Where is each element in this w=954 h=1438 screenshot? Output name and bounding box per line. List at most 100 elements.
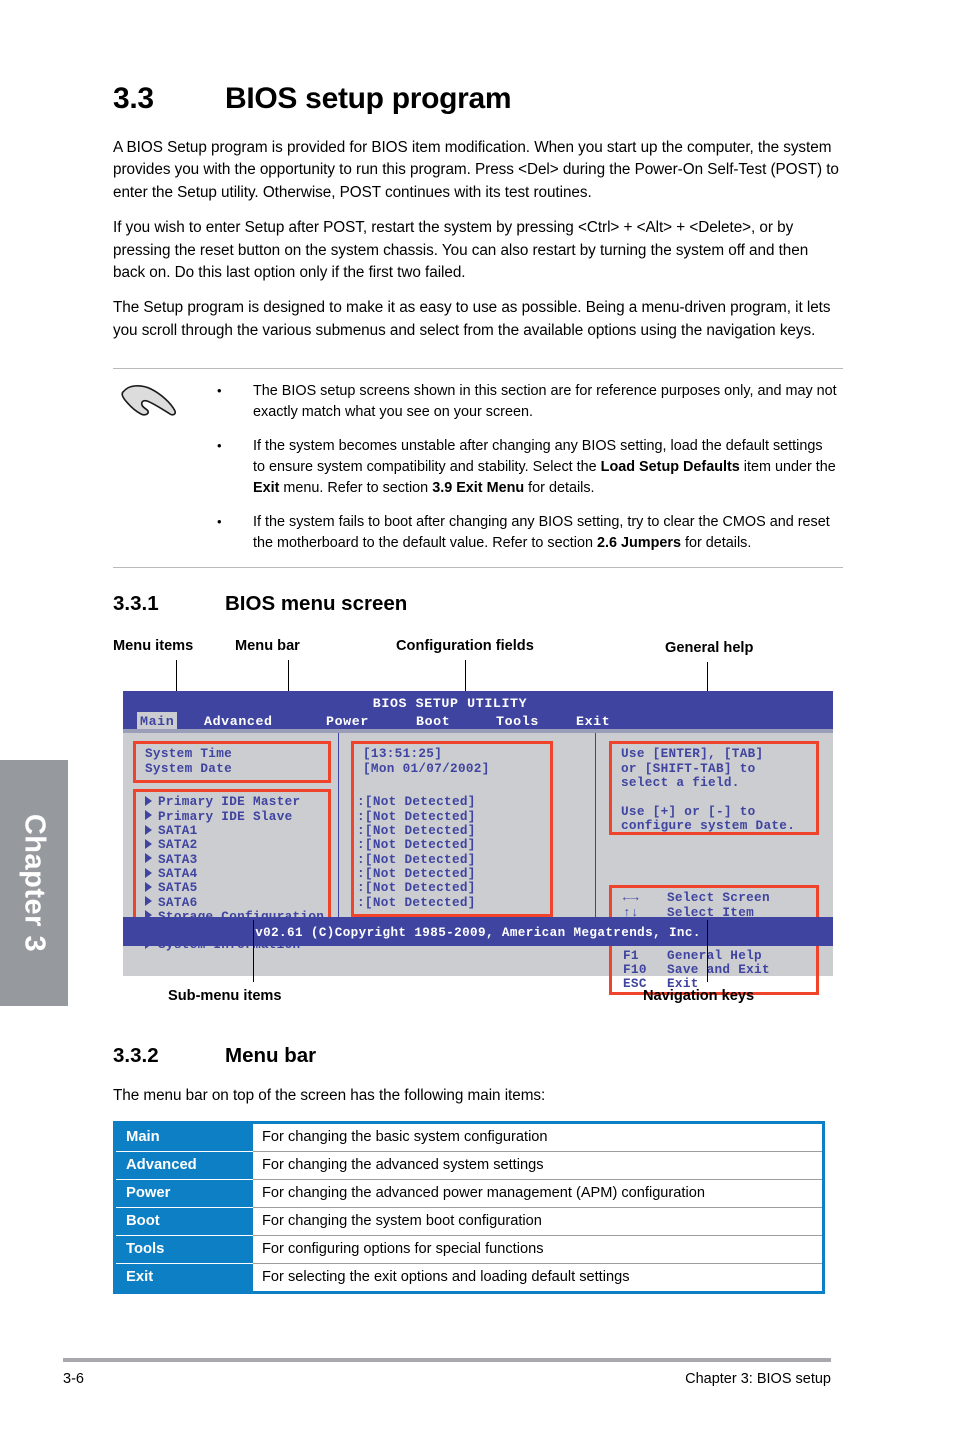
bios-submenu-item[interactable]: SATA6 xyxy=(145,894,324,910)
menu-bar-table-key: Tools xyxy=(114,1235,253,1264)
bios-screen: BIOS SETUP UTILITY Main Advanced Power Boot… xyxy=(123,691,833,996)
intro-paragraph-1: A BIOS Setup program is provided for BIO… xyxy=(113,139,839,201)
callout-menu-items: Menu items xyxy=(113,638,194,655)
menu-bar-table-key: Boot xyxy=(114,1207,253,1236)
bios-submenu-item[interactable]: Primary IDE Master xyxy=(145,795,324,809)
submenu-arrow-icon xyxy=(145,824,152,835)
bios-sub-menu-items-column: Primary IDE Master Primary IDE Slave SATA1… xyxy=(145,795,324,924)
menu-bar-table-key: Main xyxy=(114,1122,253,1152)
bios-general-help-line: configure system Date. xyxy=(621,817,796,833)
footer-page-number: 3-6 xyxy=(63,1371,84,1387)
menu-bar-table-row: Power For changing the advanced power man… xyxy=(114,1179,824,1208)
menu-bar-table-row: Exit For selecting the exit options and l… xyxy=(114,1263,824,1293)
bios-submenu-item[interactable]: SATA4 xyxy=(145,865,324,881)
menu-bar-table-row: Main For changing the basic system config… xyxy=(114,1122,824,1152)
menu-bar-table: Main For changing the basic system config… xyxy=(113,1120,825,1294)
bios-device-value[interactable]: :[Not Detected] xyxy=(357,852,476,867)
bios-navigation-key: F1 xyxy=(623,947,639,963)
note-bullet: • xyxy=(217,438,222,454)
bios-submenu-item[interactable]: SATA2 xyxy=(145,838,324,852)
submenu-arrow-icon xyxy=(145,881,152,892)
section-number: 3.3 xyxy=(113,82,154,115)
bios-device-value[interactable]: :[Not Detected] xyxy=(357,838,476,853)
bios-config-device-values: :[Not Detected]:[Not Detected]:[Not Dete… xyxy=(357,795,476,910)
menu-bar-table-description: For selecting the exit options and loadi… xyxy=(253,1263,824,1293)
config-value-system-date[interactable]: [Mon 01/07/2002] xyxy=(363,761,490,776)
bios-menu-items-column: System Time System Date xyxy=(145,747,232,776)
bios-screen-footer: v02.61 (C)Copyright 1985-2009, American … xyxy=(123,920,833,947)
bios-navigation-key-row: ←→ Select Screen xyxy=(623,890,770,906)
intro-paragraph-3: The Setup program is designed to make it… xyxy=(113,299,831,339)
subsection-332-heading: 3.3.2 Menu bar xyxy=(113,1044,843,1068)
note-item-text: If the system fails to boot after changi… xyxy=(253,514,830,552)
menu-bar-table-key: Power xyxy=(114,1179,253,1208)
bios-submenu-item[interactable]: Primary IDE Slave xyxy=(145,808,324,824)
menu-bar-table-row: Boot For changing the system boot configu… xyxy=(114,1207,824,1236)
menu-bar-table-description: For changing the advanced system setting… xyxy=(253,1151,824,1180)
intro-paragraph-2: If you wish to enter Setup after POST, r… xyxy=(113,219,809,282)
menu-item-system-date[interactable]: System Date xyxy=(145,761,232,776)
callout-menu-bar: Menu bar xyxy=(235,638,300,655)
bios-divider-right xyxy=(595,733,596,947)
bios-submenu-item[interactable]: SATA5 xyxy=(145,881,324,895)
bios-navigation-action: Save and Exit xyxy=(667,961,770,977)
bios-submenu-item-label: SATA5 xyxy=(158,880,198,896)
bios-device-value[interactable]: :[Not Detected] xyxy=(357,880,476,895)
bios-device-value[interactable]: :[Not Detected] xyxy=(357,795,476,810)
bios-submenu-item-label: SATA6 xyxy=(158,894,198,910)
bios-navigation-key: ←→ xyxy=(623,890,639,906)
bios-submenu-item-label: Primary IDE Slave xyxy=(158,808,293,824)
menu-bar-table-description: For changing the system boot configurati… xyxy=(253,1207,824,1236)
bios-general-help-line: select a field. xyxy=(621,775,740,791)
submenu-arrow-icon xyxy=(145,810,152,821)
note-item-text: The BIOS setup screens shown in this sec… xyxy=(253,383,837,421)
bios-menu-screen-figure: Menu items Menu bar Configuration fields… xyxy=(113,638,843,1040)
bios-device-value[interactable]: :[Not Detected] xyxy=(357,866,476,881)
menu-item-system-time[interactable]: System Time xyxy=(145,747,232,762)
subsection-332-number: 3.3.2 xyxy=(113,1044,159,1068)
note-item-text: If the system becomes unstable after cha… xyxy=(253,438,836,497)
callout-sub-menu-items: Sub-menu items xyxy=(168,988,282,1005)
submenu-arrow-icon xyxy=(145,796,152,807)
bios-general-help-line: Use [ENTER], [TAB] xyxy=(621,746,764,762)
bios-device-value[interactable]: :[Not Detected] xyxy=(357,823,476,838)
subsection-331-number: 3.3.1 xyxy=(113,592,159,616)
bios-submenu-item-label: SATA4 xyxy=(158,865,198,881)
bios-device-value[interactable]: :[Not Detected] xyxy=(357,895,476,910)
bios-navigation-key-row: F10 Save and Exit xyxy=(623,961,770,977)
note-hand-icon xyxy=(121,385,176,416)
note-box: • The BIOS setup screens shown in this s… xyxy=(113,368,843,569)
subsection-331-heading: 3.3.1 BIOS menu screen xyxy=(113,592,843,616)
footer-rule xyxy=(63,1358,831,1362)
section-heading: 3.3 BIOS setup program xyxy=(113,82,843,116)
bios-screen-title: BIOS SETUP UTILITY xyxy=(372,696,528,712)
menu-bar-table-description: For changing the basic system configurat… xyxy=(253,1122,824,1152)
bios-navigation-action: General Help xyxy=(667,947,762,963)
bios-submenu-item-label: SATA2 xyxy=(158,837,198,853)
subsection-331-title: BIOS menu screen xyxy=(225,592,408,616)
note-item: • The BIOS setup screens shown in this s… xyxy=(217,381,837,423)
chapter-side-tab: Chapter 3 xyxy=(0,760,68,1006)
bios-device-value[interactable]: :[Not Detected] xyxy=(357,809,476,824)
note-list: • The BIOS setup screens shown in this s… xyxy=(217,381,837,554)
menu-bar-table-key: Exit xyxy=(114,1263,253,1293)
page-footer: 3-6 Chapter 3: BIOS setup xyxy=(63,1358,831,1387)
menu-bar-table-key: Advanced xyxy=(114,1151,253,1180)
menu-bar-table-description: For configuring options for special func… xyxy=(253,1235,824,1264)
bios-submenu-item-label: SATA1 xyxy=(158,823,198,839)
note-bullet: • xyxy=(217,514,222,530)
submenu-arrow-icon xyxy=(145,896,152,907)
note-item: • If the system fails to boot after chan… xyxy=(217,512,837,554)
bios-submenu-item[interactable]: SATA1 xyxy=(145,823,324,839)
config-value-system-time[interactable]: [13:51:25] xyxy=(363,747,490,762)
callout-general-help: General help xyxy=(665,640,754,657)
bios-screen-header: BIOS SETUP UTILITY Main Advanced Power Boot… xyxy=(123,691,833,734)
bios-submenu-item[interactable]: SATA3 xyxy=(145,851,324,867)
bios-submenu-item-label: SATA3 xyxy=(158,851,198,867)
bios-divider-left xyxy=(338,733,339,947)
bios-general-help-line: Use [+] or [-] to xyxy=(621,803,756,819)
footer-chapter-label: Chapter 3: BIOS setup xyxy=(685,1371,831,1387)
bios-general-help-line xyxy=(621,790,795,804)
bios-navigation-key: F10 xyxy=(623,961,647,977)
callout-configuration-fields: Configuration fields xyxy=(396,638,534,655)
